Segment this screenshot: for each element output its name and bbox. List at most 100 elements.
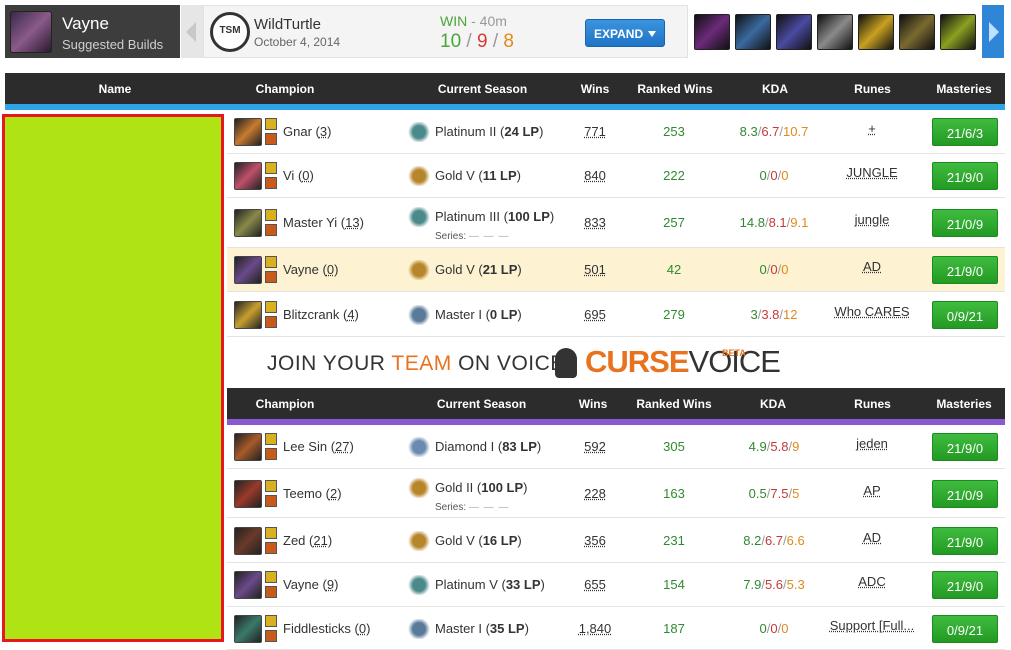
col-masteries: Masteries [936,397,992,411]
masteries-button[interactable]: 0/9/21 [932,301,998,329]
champion-icon[interactable] [234,480,262,508]
summoner-spell-icon [265,316,277,328]
masteries-button[interactable]: 21/0/9 [932,480,998,508]
masteries-button[interactable]: 21/9/0 [932,256,998,284]
col-masteries: Masteries [936,82,992,96]
summoner-spell-icon [265,615,277,627]
cursevoice-wordmark: CURSEVOICE [585,344,781,379]
team-logo-text: TSM [219,25,241,36]
redacted-names-block [2,114,224,642]
champion-name[interactable]: Lee Sin (27) [283,439,354,454]
champion-name[interactable]: Vayne (0) [283,262,338,277]
trinket-item-icon[interactable] [940,14,976,50]
masteries-button[interactable]: 0/9/21 [932,615,998,643]
champion-name[interactable]: Vayne (9) [283,577,338,592]
champion-portrait-icon [10,11,52,53]
rank-tier: Platinum II (24 LP) [435,124,544,139]
masteries-button[interactable]: 21/9/0 [932,433,998,461]
wins-value[interactable]: 833 [570,215,620,230]
runes-link[interactable]: Who CARES [817,304,927,319]
wins-value[interactable]: 1,840 [570,621,620,636]
rank-badge-icon [407,207,431,227]
wins-value[interactable]: 501 [570,262,620,277]
kda-value: 0/0/0 [759,262,789,277]
masteries-button[interactable]: 21/6/3 [932,118,998,146]
wins-value[interactable]: 356 [570,533,620,548]
runes-link[interactable]: jeden [817,436,927,451]
ranked-wins-value: 42 [666,262,682,277]
rank-tier: Gold II (100 LP) [435,480,528,495]
runes-link[interactable]: Support [Full... [817,618,927,633]
masteries-button[interactable]: 21/0/9 [932,209,998,237]
runes-link[interactable]: JUNGLE [817,165,927,180]
series-progress: Series: — — — [435,502,510,513]
rank-badge-icon [407,619,431,639]
prev-match-arrow-icon[interactable] [181,5,203,58]
champion-icon[interactable] [234,571,262,599]
sword-item-icon[interactable] [694,14,730,50]
wins-value[interactable]: 592 [570,439,620,454]
runes-link[interactable]: AP [817,483,927,498]
champion-name[interactable]: Master Yi (13) [283,215,364,230]
bow-item-icon[interactable] [899,14,935,50]
wins-value[interactable]: 771 [570,124,620,139]
table-row: Vayne (9) Platinum V (33 LP) 655 154 7.9/5.6… [227,563,1005,607]
col-season: Current Season [436,397,527,411]
champion-name[interactable]: Teemo (2) [283,486,342,501]
runes-link[interactable]: jungle [817,212,927,227]
champion-icon[interactable] [234,301,262,329]
champion-name[interactable]: Vi (0) [283,168,314,183]
champion-icon[interactable] [234,615,262,643]
summoner-spell-icon [265,224,277,236]
result-label: WIN [440,13,468,29]
wins-value[interactable]: 228 [570,486,620,501]
runes-link[interactable]: ADC [817,574,927,589]
champion-icon[interactable] [234,256,262,284]
champion-name[interactable]: Blitzcrank (4) [283,307,359,322]
table-row: Zed (21) Gold V (16 LP) 356 231 8.2/6.7/6.6 A… [227,518,1005,563]
wins-value[interactable]: 655 [570,577,620,592]
rank-badge-icon [407,122,431,142]
champion-icon[interactable] [234,433,262,461]
boots-item-icon[interactable] [735,14,771,50]
crossbow-item-icon[interactable] [817,14,853,50]
rank-tier: Gold V (16 LP) [435,533,522,548]
masteries-button[interactable]: 21/9/0 [932,527,998,555]
runes-link[interactable]: AD [817,259,927,274]
masteries-button[interactable]: 21/9/0 [932,162,998,190]
wins-value[interactable]: 695 [570,307,620,322]
blade-item-icon[interactable] [776,14,812,50]
rank-badge-icon [407,437,431,457]
player-name[interactable]: WildTurtle [254,16,321,33]
cursevoice-banner[interactable]: JOIN YOUR TEAM ON VOICE CURSEVOICE BETA [227,338,1005,388]
ranked-wins-value: 231 [663,533,685,548]
suggested-builds-label: Suggested Builds [62,37,164,52]
table-row: Gnar (3) Platinum II (24 LP) 771 253 8.3/6.7… [227,110,1005,154]
expand-button[interactable]: EXPAND [585,19,665,47]
champion-icon[interactable] [234,162,262,190]
suggested-builds-panel[interactable]: Vayne Suggested Builds [5,5,180,58]
champion-icon[interactable] [234,118,262,146]
masteries-button[interactable]: 21/9/0 [932,571,998,599]
next-match-arrow-icon[interactable] [982,5,1004,58]
col-champion: Champion [255,397,315,411]
rank-tier: Master I (0 LP) [435,307,522,322]
champion-name[interactable]: Gnar (3) [283,124,331,139]
runes-link[interactable]: + [817,121,927,136]
runes-link[interactable]: AD [817,530,927,545]
table-row: Teemo (2) Gold II (100 LP) Series: — — — 22… [227,469,1005,518]
ranked-wins-value: 257 [663,215,685,230]
wins-value[interactable]: 840 [570,168,620,183]
suggested-champion-name: Vayne [62,14,109,33]
kda-value: 0/0/0 [759,168,789,183]
runaans-item-icon[interactable] [858,14,894,50]
champion-name[interactable]: Fiddlesticks (0) [283,621,370,636]
champion-icon[interactable] [234,527,262,555]
col-name: Name [98,82,132,96]
summoner-spell-icon [265,433,277,445]
champion-icon[interactable] [234,209,262,237]
champion-name[interactable]: Zed (21) [283,533,332,548]
rank-badge-icon [407,575,431,595]
summoner-spell-icon [265,630,277,642]
summoner-spell-icon [265,301,277,313]
